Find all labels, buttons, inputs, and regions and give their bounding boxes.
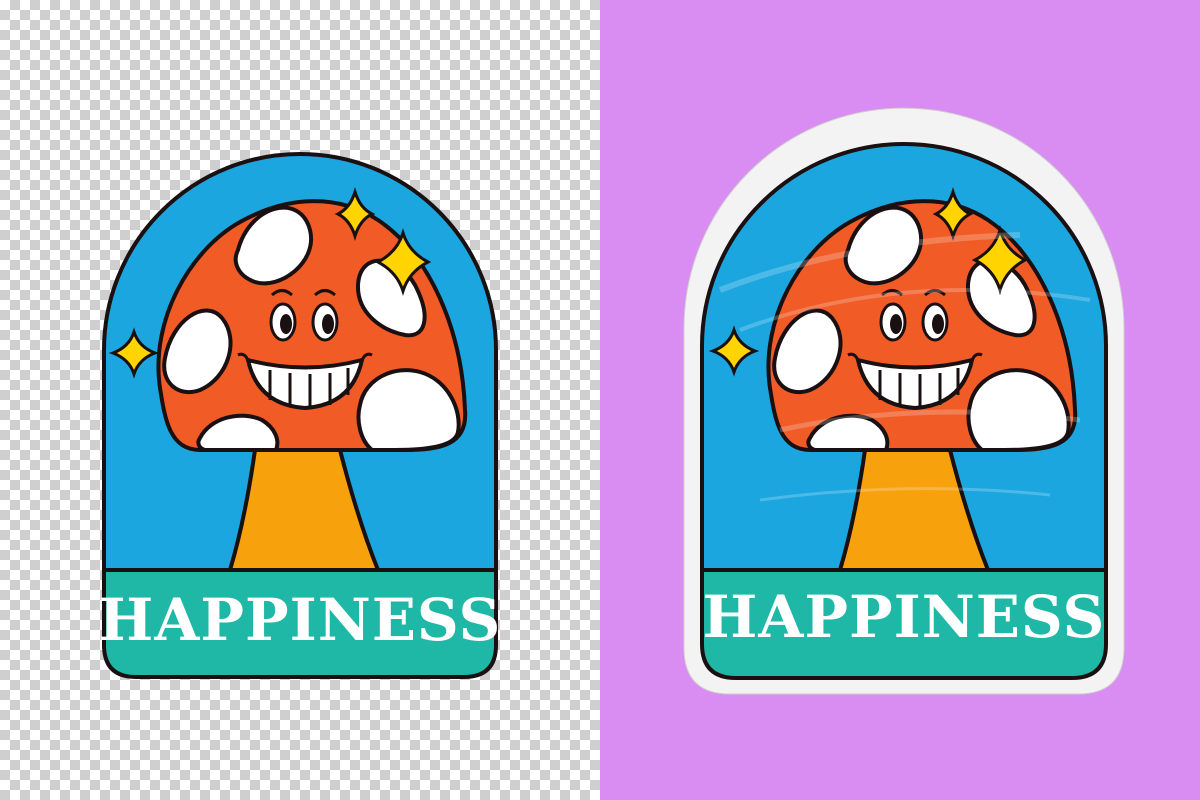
sticker-artwork-left: HAPPINESS: [99, 152, 502, 679]
sticker-artwork-right: HAPPINESS: [600, 0, 1200, 800]
transparent-preview-panel: HAPPINESS: [0, 0, 600, 800]
happiness-label: HAPPINESS: [99, 586, 502, 654]
poster-mockup-panel: HAPPINESS: [600, 0, 1200, 800]
mockup-stage: HAPPINESS HAPPINESS: [0, 0, 1200, 800]
happiness-label: HAPPINESS: [703, 583, 1106, 651]
